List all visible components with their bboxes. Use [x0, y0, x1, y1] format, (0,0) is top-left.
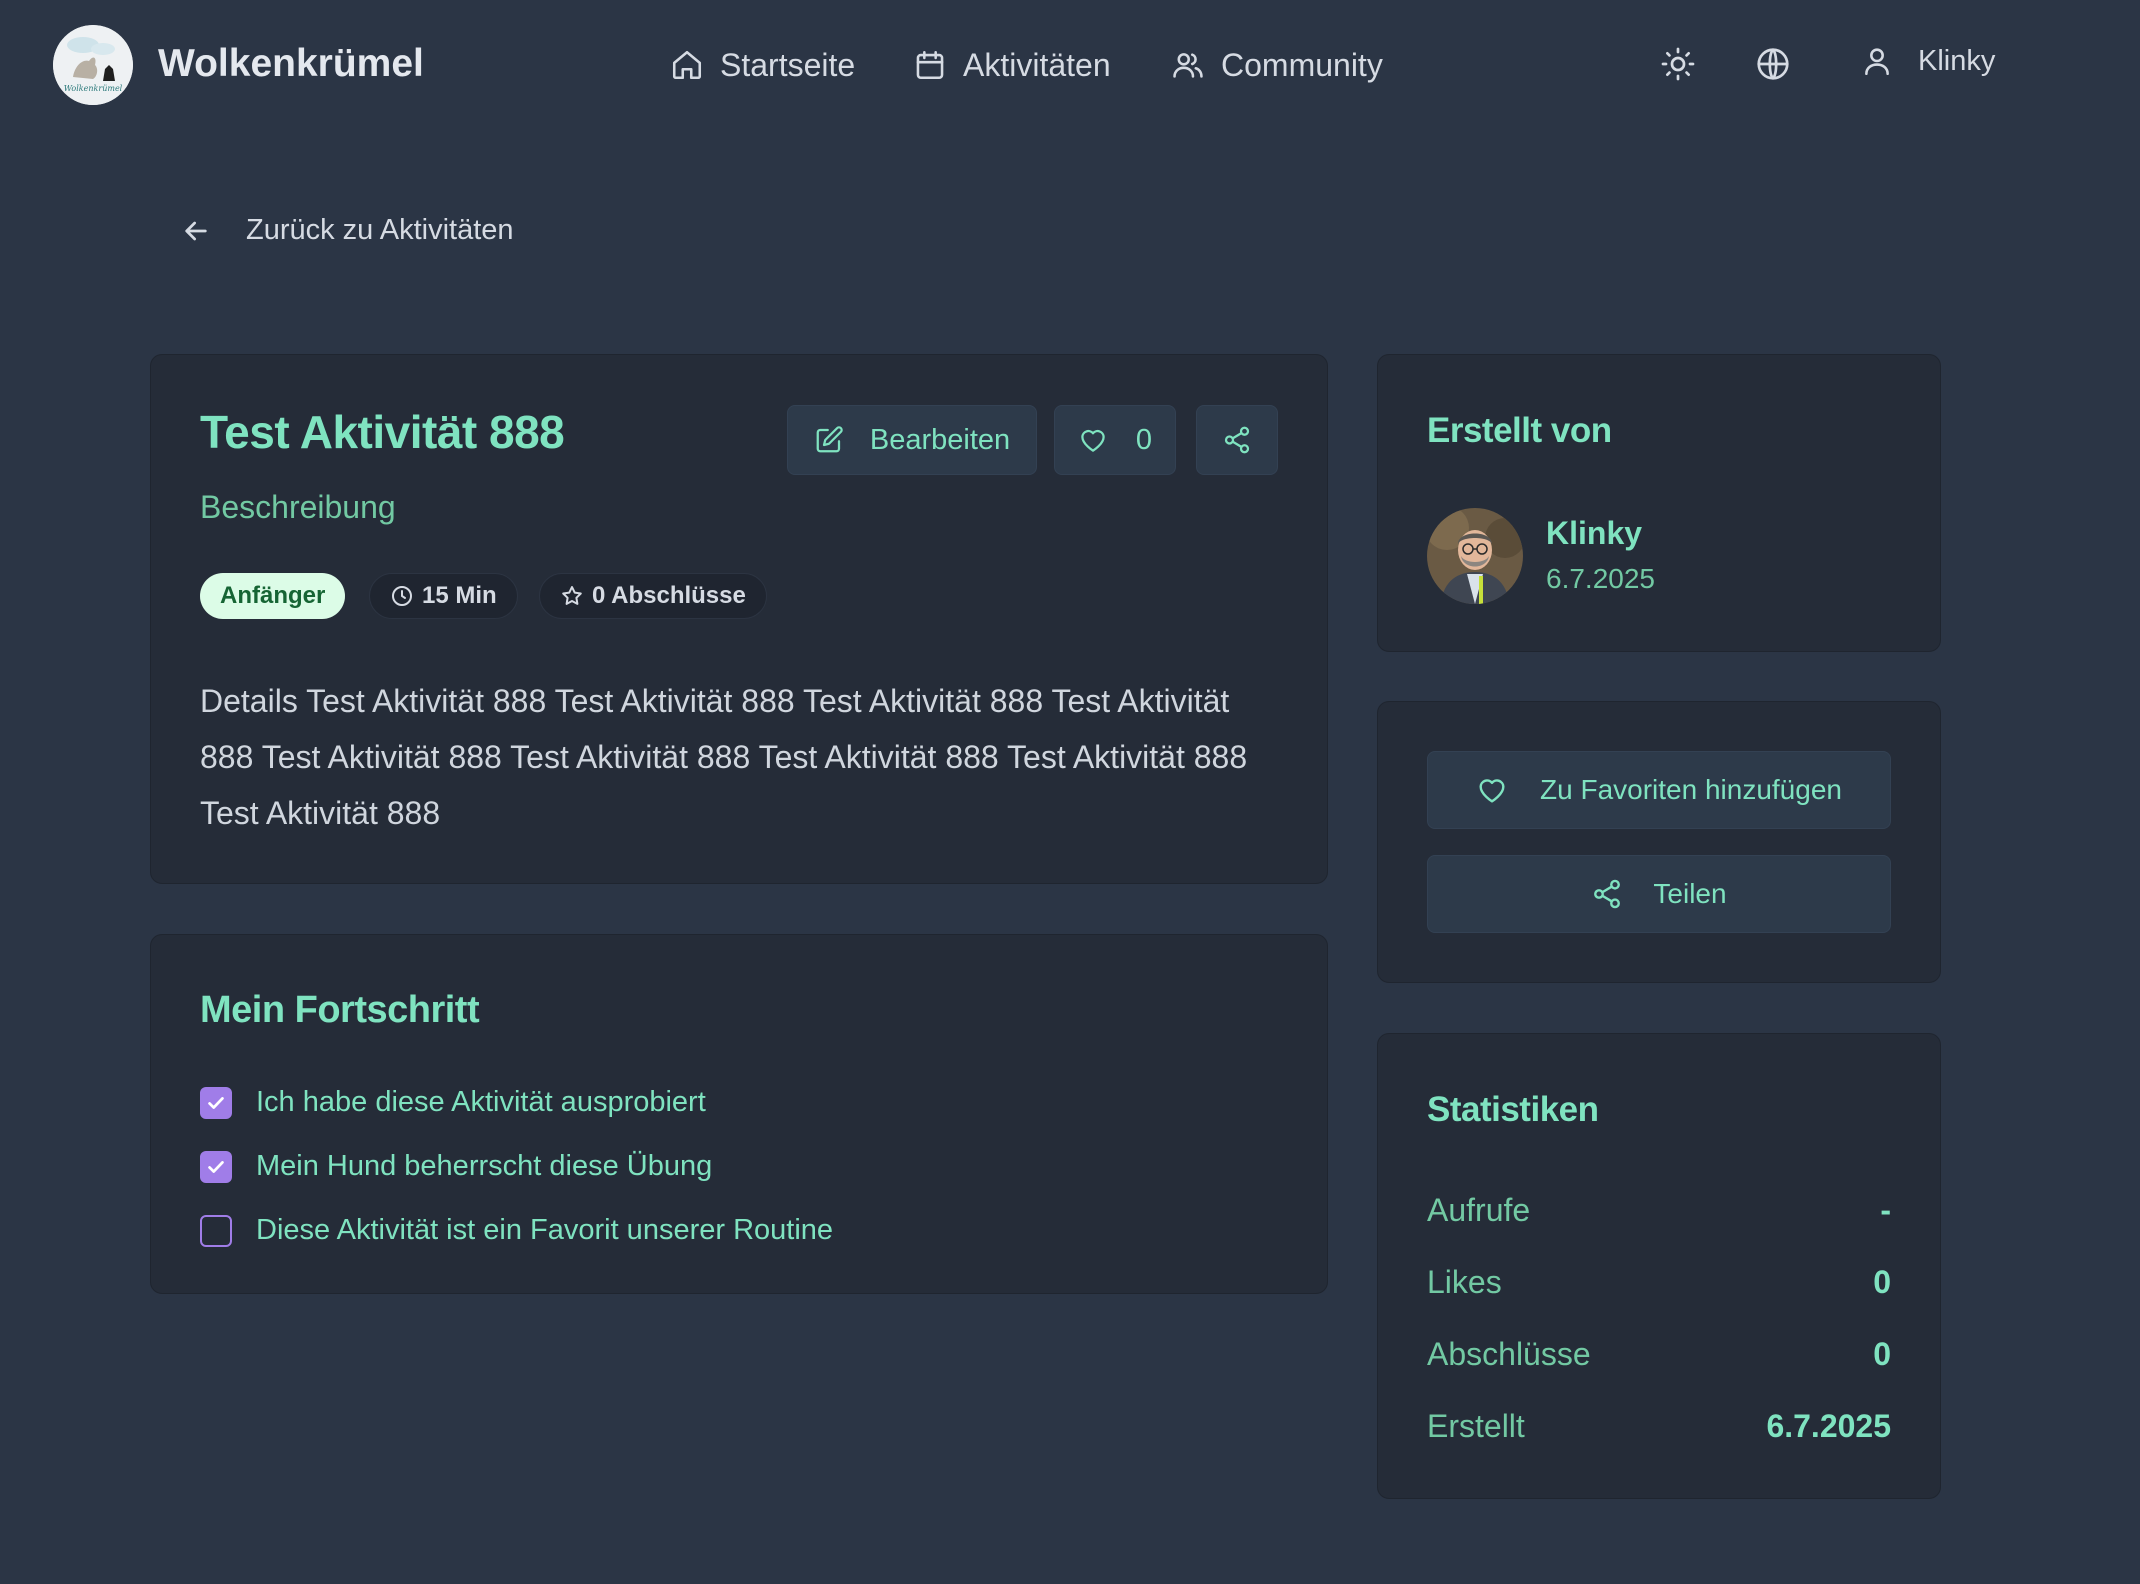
avatar[interactable] — [1427, 508, 1523, 604]
stat-row-completions: Abschlüsse 0 — [1427, 1336, 1891, 1373]
nav-startseite-label: Startseite — [720, 46, 856, 83]
author-name[interactable]: Klinky — [1546, 515, 1642, 552]
checkbox-checked[interactable] — [200, 1150, 232, 1183]
nav-aktivitaeten[interactable]: Aktivitäten — [913, 44, 1111, 86]
activity-title: Test Aktivität 888 — [200, 406, 565, 458]
actions-card: Zu Favoriten hinzufügen Teilen — [1377, 701, 1941, 983]
checkbox-checked[interactable] — [200, 1086, 232, 1119]
progress-card: Mein Fortschritt Ich habe diese Aktivitä… — [150, 934, 1328, 1294]
progress-item-label: Diese Aktivität ist ein Favorit unserer … — [256, 1214, 834, 1246]
nav-community[interactable]: Community — [1171, 44, 1383, 86]
author-card-title: Erstellt von — [1427, 411, 1612, 450]
completions-badge-label: 0 Abschlüsse — [592, 582, 746, 609]
stat-value: 0 — [1873, 1264, 1891, 1300]
star-icon — [560, 584, 584, 608]
stat-value: 6.7.2025 — [1766, 1408, 1891, 1444]
like-count: 0 — [1135, 423, 1153, 456]
stat-value: - — [1880, 1192, 1891, 1228]
globe-icon[interactable] — [1755, 46, 1791, 82]
stat-label: Likes — [1427, 1264, 1502, 1300]
level-badge-label: Anfänger — [220, 582, 326, 609]
stats-card: Statistiken Aufrufe - Likes 0 Abschlüsse… — [1377, 1033, 1941, 1499]
progress-item-label: Mein Hund beherrscht diese Übung — [256, 1150, 713, 1182]
brand-name[interactable]: Wolkenkrümel — [158, 42, 424, 86]
share-icon — [1222, 425, 1252, 455]
users-icon — [1171, 48, 1205, 82]
stat-label: Abschlüsse — [1427, 1336, 1591, 1372]
author-card: Erstellt von Klinky 6.7.2025 — [1377, 354, 1941, 652]
home-icon — [670, 48, 704, 82]
stat-row-created: Erstellt 6.7.2025 — [1427, 1408, 1891, 1445]
duration-badge-label: 15 Min — [422, 582, 497, 609]
user-name: Klinky — [1918, 44, 1996, 77]
author-date: 6.7.2025 — [1546, 563, 1655, 594]
progress-item[interactable]: Ich habe diese Aktivität ausprobiert — [200, 1086, 706, 1119]
arrow-left-icon — [180, 215, 212, 247]
stat-value: 0 — [1873, 1336, 1891, 1372]
activity-card: Test Aktivität 888 Bearbeiten 0 Beschrei… — [150, 354, 1328, 884]
back-link-label: Zurück zu Aktivitäten — [246, 214, 514, 246]
progress-item[interactable]: Diese Aktivität ist ein Favorit unserer … — [200, 1214, 833, 1247]
top-nav-bar: Wolkenkrümel Wolkenkrümel Startseite Akt… — [0, 0, 2140, 130]
activity-details: Details Test Aktivität 888 Test Aktivitä… — [200, 683, 1248, 831]
brand-logo[interactable]: Wolkenkrümel — [53, 25, 133, 105]
progress-item-label: Ich habe diese Aktivität ausprobiert — [256, 1086, 706, 1118]
share-icon — [1591, 878, 1623, 910]
add-favorite-button[interactable]: Zu Favoriten hinzufügen — [1427, 751, 1891, 829]
progress-item[interactable]: Mein Hund beherrscht diese Übung — [200, 1150, 712, 1183]
activity-subtitle: Beschreibung — [200, 489, 396, 525]
nav-startseite[interactable]: Startseite — [670, 44, 855, 86]
heart-icon — [1078, 425, 1108, 455]
like-button[interactable]: 0 — [1054, 405, 1176, 475]
edit-button-label: Bearbeiten — [869, 423, 1011, 456]
level-badge: Anfänger — [200, 573, 346, 619]
completions-badge: 0 Abschlüsse — [539, 573, 767, 619]
progress-title: Mein Fortschritt — [200, 989, 480, 1031]
user-menu[interactable]: Klinky — [1860, 44, 1995, 78]
stats-title: Statistiken — [1427, 1090, 1599, 1129]
checkbox-unchecked[interactable] — [200, 1214, 232, 1247]
add-favorite-label: Zu Favoriten hinzufügen — [1540, 774, 1842, 805]
stat-label: Erstellt — [1427, 1408, 1525, 1444]
edit-button[interactable]: Bearbeiten — [787, 405, 1037, 475]
back-link[interactable]: Zurück zu Aktivitäten — [180, 214, 514, 247]
nav-community-label: Community — [1221, 46, 1383, 83]
share-button-label: Teilen — [1653, 878, 1727, 909]
share-icon-button[interactable] — [1196, 405, 1278, 475]
edit-icon — [814, 425, 844, 455]
stat-row-views: Aufrufe - — [1427, 1192, 1891, 1229]
stat-row-likes: Likes 0 — [1427, 1264, 1891, 1301]
nav-aktivitaeten-label: Aktivitäten — [963, 46, 1111, 83]
user-icon — [1860, 44, 1894, 78]
stat-label: Aufrufe — [1427, 1192, 1531, 1228]
clock-icon — [390, 584, 414, 608]
duration-badge: 15 Min — [369, 573, 518, 619]
sun-icon[interactable] — [1660, 46, 1696, 82]
share-button[interactable]: Teilen — [1427, 855, 1891, 933]
logo-lettering: Wolkenkrümel — [64, 84, 123, 93]
heart-icon — [1476, 774, 1508, 806]
calendar-icon — [913, 48, 947, 82]
